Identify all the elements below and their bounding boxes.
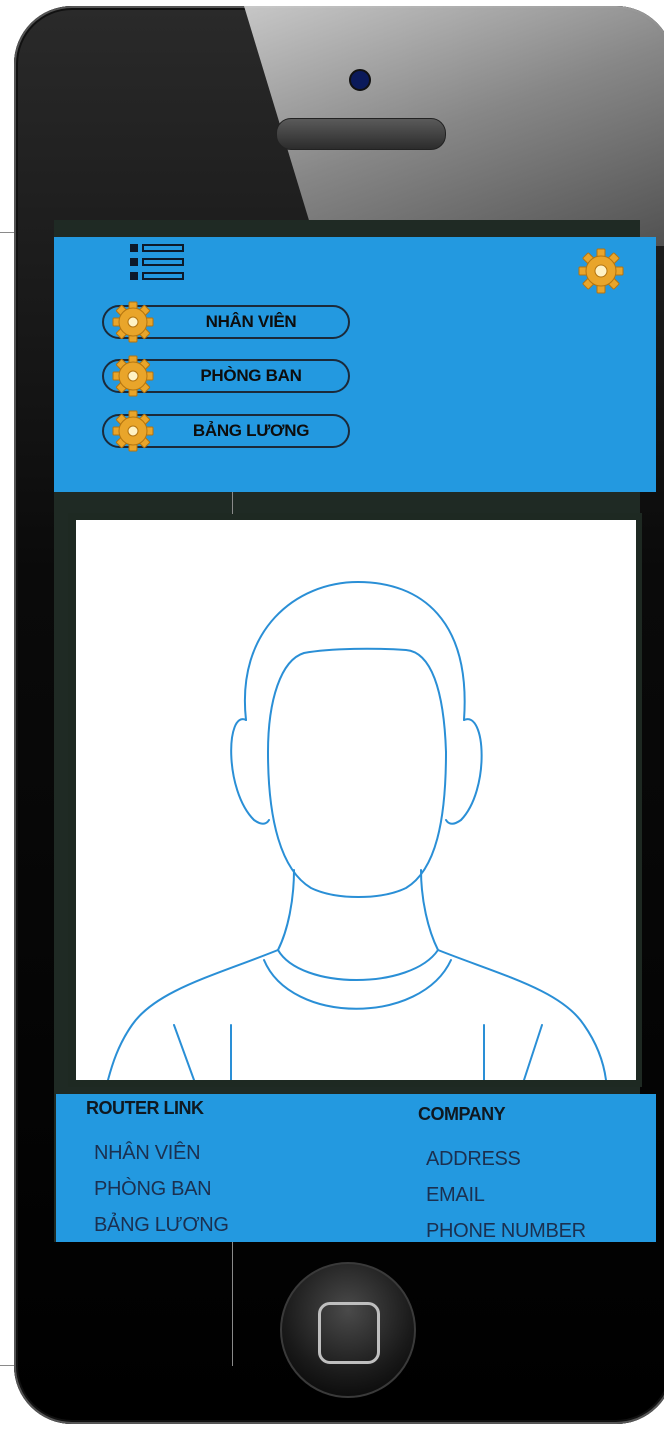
gear-icon[interactable] [578, 248, 624, 294]
nav-button-phong-ban[interactable]: PHÒNG BAN [102, 355, 350, 397]
nav-button-label: BẢNG LƯƠNG [192, 421, 310, 440]
footer-link-phong-ban[interactable]: PHÒNG BAN [94, 1178, 212, 1201]
speaker-grille [276, 118, 446, 150]
gear-icon [112, 301, 154, 343]
company-phone-number: PHONE NUMBER [426, 1220, 586, 1242]
nav-button-nhan-vien[interactable]: NHÂN VIÊN [102, 301, 350, 343]
footer-link-bang-luong[interactable]: BẢNG LƯƠNG [94, 1214, 229, 1237]
guide-line-vertical [232, 1242, 233, 1366]
gear-icon [112, 410, 154, 452]
app-footer: ROUTER LINK NHÂN VIÊN PHÒNG BAN BẢNG LƯƠ… [56, 1094, 656, 1242]
list-menu-icon[interactable] [130, 244, 184, 280]
company-email: EMAIL [426, 1184, 485, 1206]
nav-button-bang-luong[interactable]: BẢNG LƯƠNG [102, 410, 350, 452]
router-link-title: ROUTER LINK [86, 1098, 204, 1118]
profile-photo [76, 520, 636, 1081]
footer-link-nhan-vien[interactable]: NHÂN VIÊN [94, 1142, 201, 1165]
company-title: COMPANY [418, 1104, 506, 1124]
home-square-icon [318, 1302, 380, 1364]
nav-button-label: PHÒNG BAN [200, 366, 302, 385]
company-address: ADDRESS [426, 1148, 521, 1170]
camera-icon [349, 69, 371, 91]
nav-button-label: NHÂN VIÊN [205, 312, 297, 331]
user-avatar-placeholder-icon [107, 581, 607, 1081]
guide-line-vertical-upper [232, 492, 233, 514]
gear-icon [112, 355, 154, 397]
home-button[interactable] [280, 1262, 416, 1398]
